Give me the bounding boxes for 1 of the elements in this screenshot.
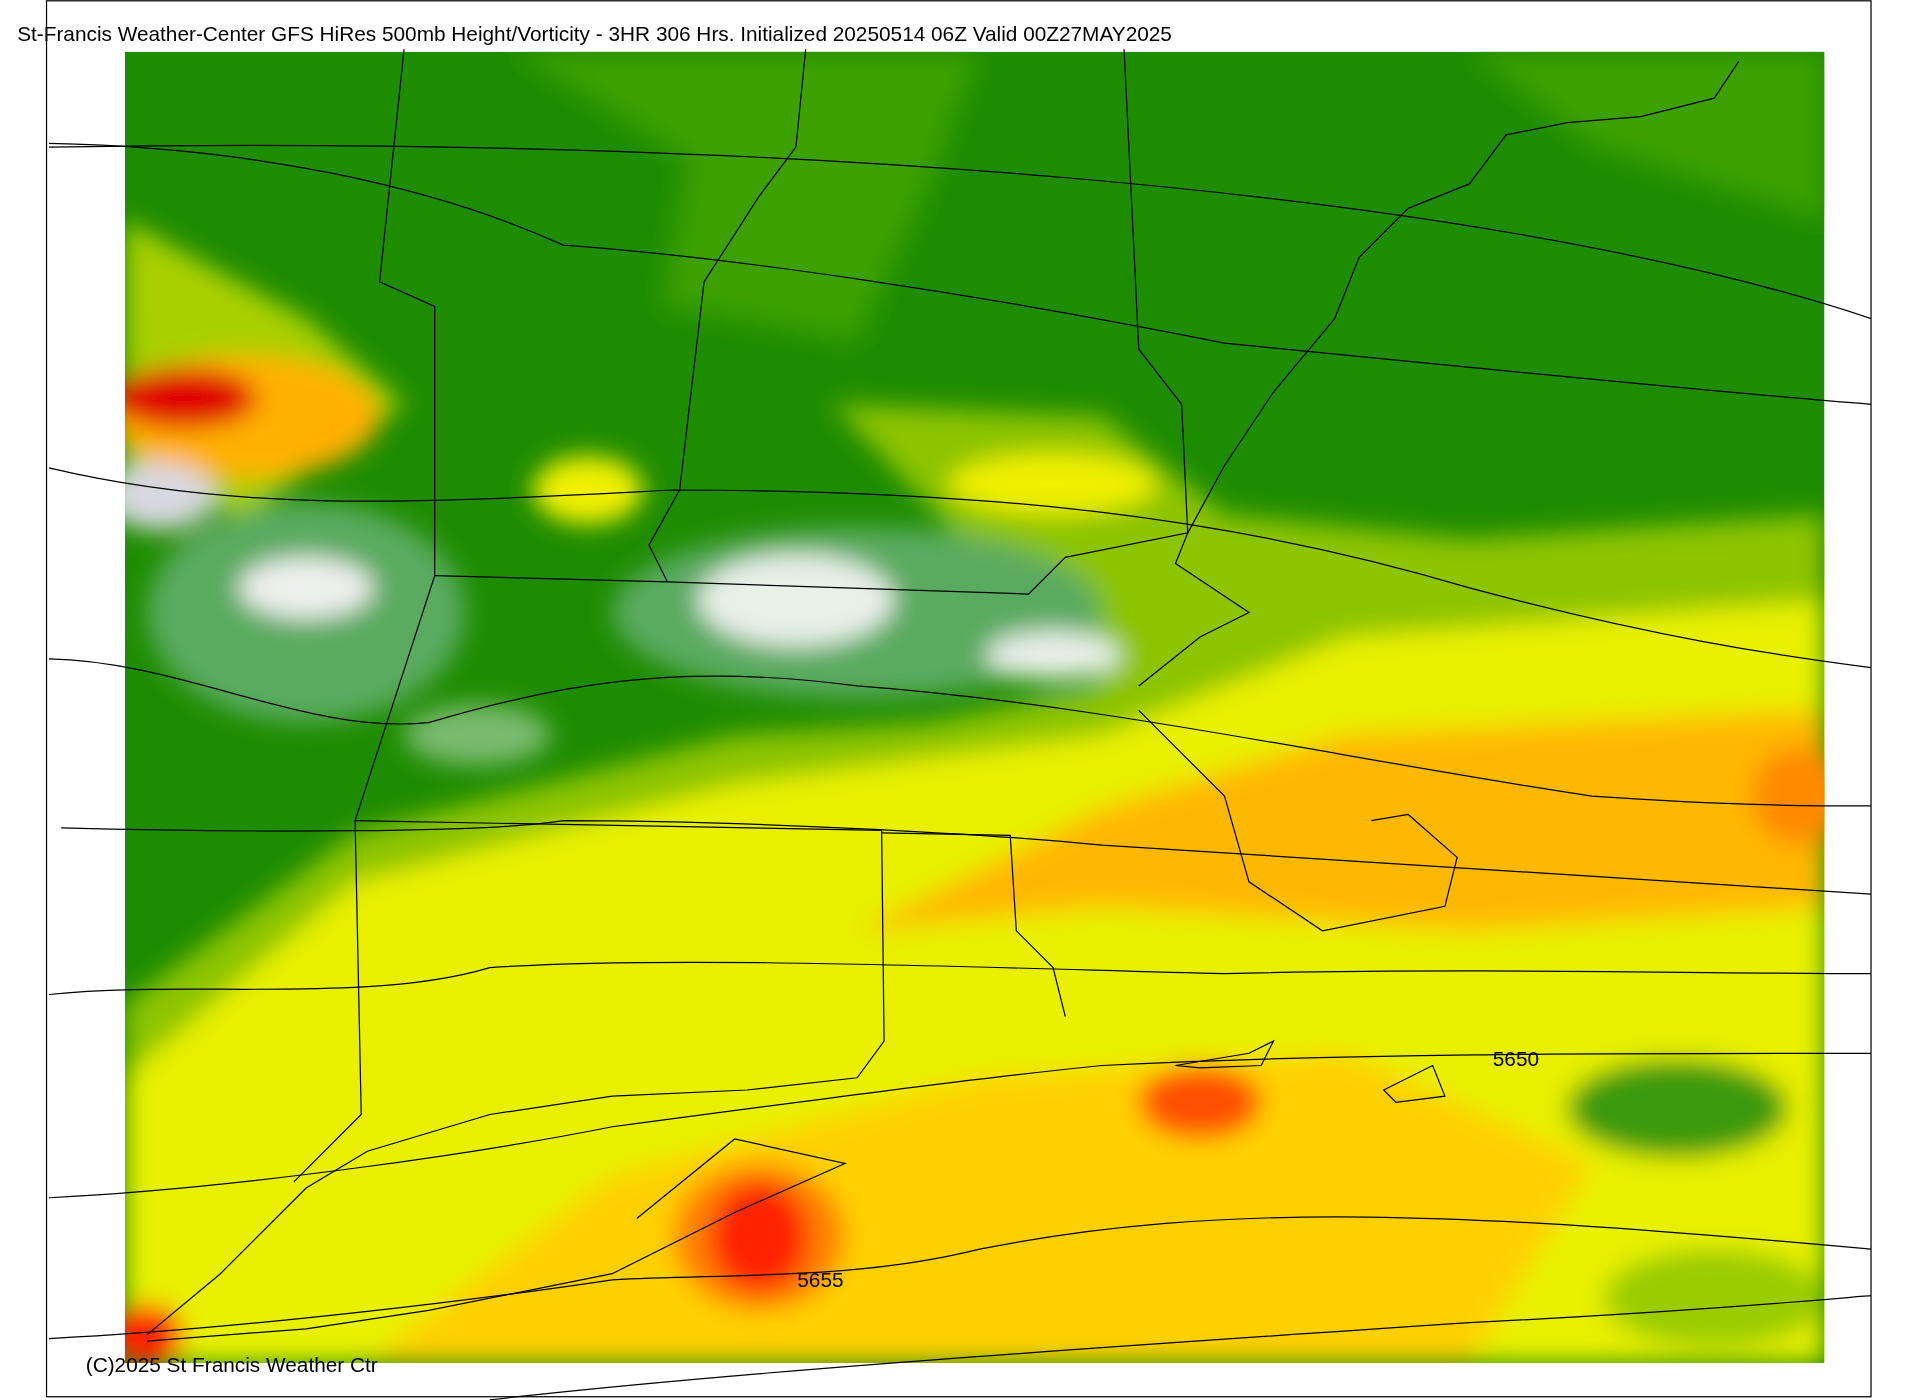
contour-label: 5655 [797,1268,844,1292]
